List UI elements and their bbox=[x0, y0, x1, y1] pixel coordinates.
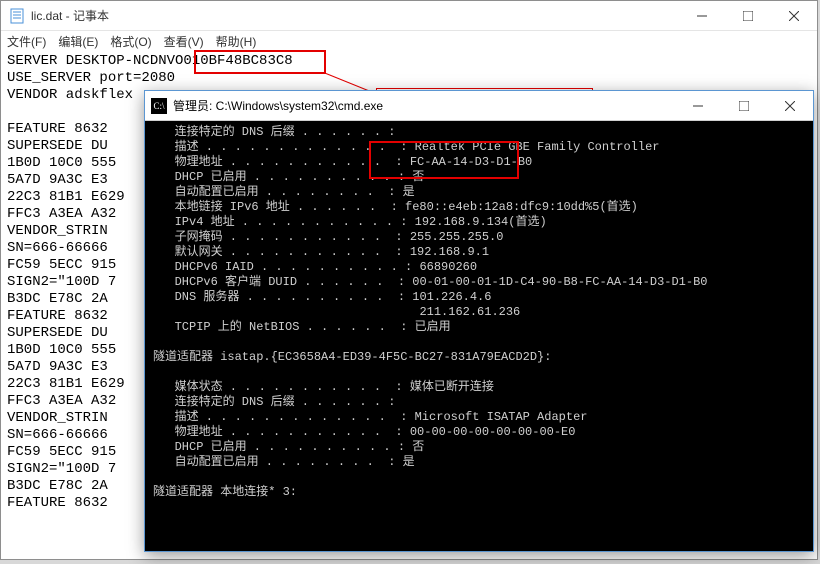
minimize-button[interactable] bbox=[679, 1, 725, 31]
cmd-window: C:\ 管理员: C:\Windows\system32\cmd.exe 连接特… bbox=[144, 90, 814, 552]
cmd-window-buttons bbox=[675, 91, 813, 121]
notepad-titlebar[interactable]: lic.dat - 记事本 bbox=[1, 1, 817, 31]
notepad-icon bbox=[9, 8, 25, 24]
close-button[interactable] bbox=[771, 1, 817, 31]
menu-edit[interactable]: 编辑(E) bbox=[58, 33, 98, 50]
menubar: 文件(F) 编辑(E) 格式(O) 查看(V) 帮助(H) bbox=[1, 31, 817, 51]
cmd-maximize-button[interactable] bbox=[721, 91, 767, 121]
cmd-output[interactable]: 连接特定的 DNS 后缀 . . . . . . : 描述 . . . . . … bbox=[145, 121, 813, 551]
maximize-button[interactable] bbox=[725, 1, 771, 31]
menu-file[interactable]: 文件(F) bbox=[7, 33, 46, 50]
notepad-title: lic.dat - 记事本 bbox=[31, 7, 679, 24]
cmd-titlebar[interactable]: C:\ 管理员: C:\Windows\system32\cmd.exe bbox=[145, 91, 813, 121]
menu-help[interactable]: 帮助(H) bbox=[216, 33, 257, 50]
cmd-icon: C:\ bbox=[151, 98, 167, 114]
cmd-close-button[interactable] bbox=[767, 91, 813, 121]
cmd-minimize-button[interactable] bbox=[675, 91, 721, 121]
window-buttons bbox=[679, 1, 817, 31]
menu-view[interactable]: 查看(V) bbox=[164, 33, 204, 50]
cmd-title: 管理员: C:\Windows\system32\cmd.exe bbox=[173, 97, 675, 114]
menu-format[interactable]: 格式(O) bbox=[110, 33, 151, 50]
